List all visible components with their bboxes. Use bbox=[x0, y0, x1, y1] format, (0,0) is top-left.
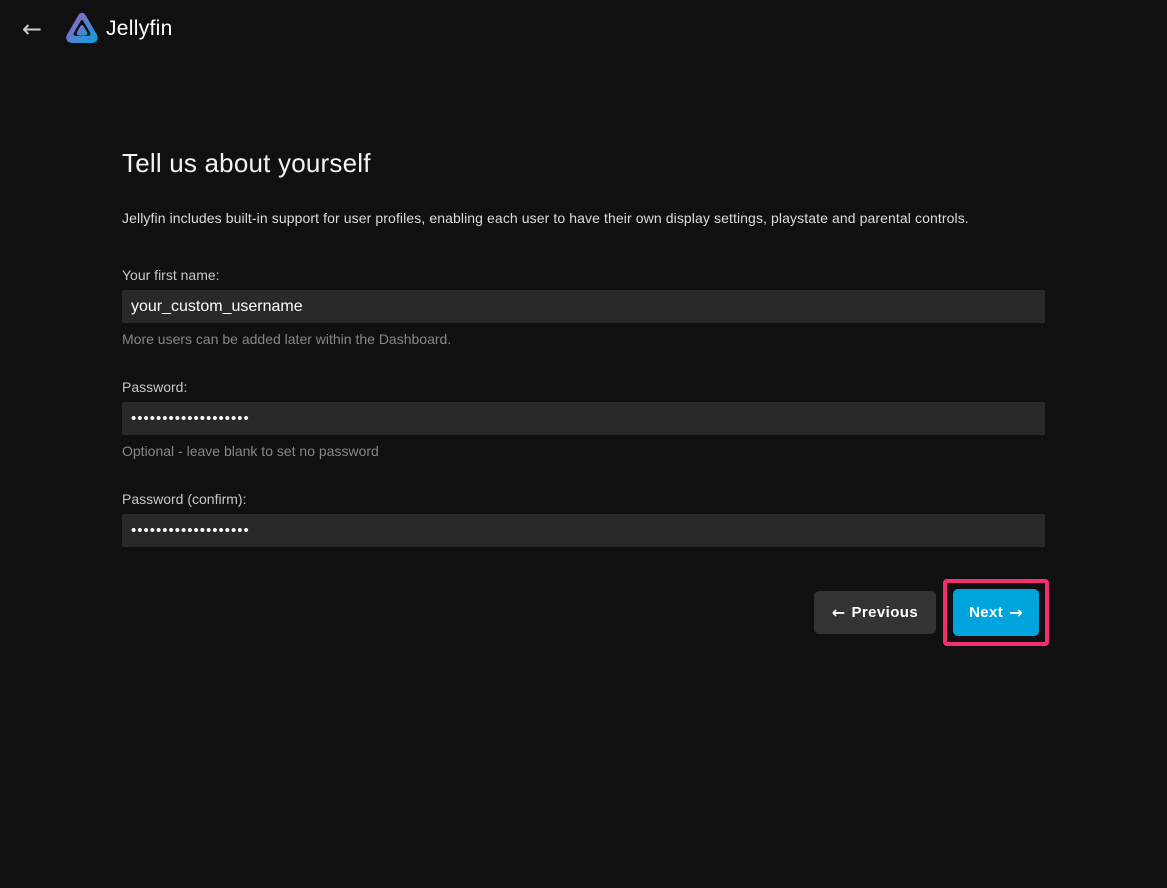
password-label: Password: bbox=[122, 379, 1045, 395]
previous-button-label: Previous bbox=[852, 604, 919, 621]
brand: Jellyfin bbox=[64, 10, 173, 48]
previous-button[interactable]: ← Previous bbox=[814, 591, 936, 634]
arrow-right-icon: → bbox=[1009, 605, 1023, 621]
password-confirm-label: Password (confirm): bbox=[122, 491, 1045, 507]
first-name-label: Your first name: bbox=[122, 267, 1045, 283]
back-button[interactable]: ← bbox=[16, 13, 48, 45]
annotation-highlight-box: Next → bbox=[943, 579, 1049, 646]
password-input[interactable] bbox=[122, 402, 1045, 435]
next-button-label: Next bbox=[969, 604, 1003, 621]
first-name-helper-text: More users can be added later within the… bbox=[122, 331, 1045, 347]
password-confirm-input[interactable] bbox=[122, 514, 1045, 547]
wizard-page: Tell us about yourself Jellyfin includes… bbox=[0, 148, 1167, 646]
password-confirm-field-group: Password (confirm): bbox=[122, 491, 1045, 547]
back-arrow-icon: ← bbox=[22, 17, 42, 41]
app-name: Jellyfin bbox=[106, 17, 173, 41]
wizard-nav-buttons: ← Previous Next → bbox=[122, 579, 1045, 646]
first-name-input[interactable] bbox=[122, 290, 1045, 323]
user-profile-form: Your first name: More users can be added… bbox=[122, 267, 1045, 646]
page-description: Jellyfin includes built-in support for u… bbox=[122, 210, 1045, 226]
arrow-left-icon: ← bbox=[832, 605, 846, 621]
next-button[interactable]: Next → bbox=[953, 589, 1039, 636]
password-helper-text: Optional - leave blank to set no passwor… bbox=[122, 443, 1045, 459]
app-header: ← Jellyfin bbox=[0, 0, 1167, 58]
password-field-group: Password: Optional - leave blank to set … bbox=[122, 379, 1045, 459]
page-title: Tell us about yourself bbox=[122, 148, 1045, 179]
first-name-field-group: Your first name: More users can be added… bbox=[122, 267, 1045, 347]
jellyfin-logo-icon bbox=[64, 10, 100, 48]
